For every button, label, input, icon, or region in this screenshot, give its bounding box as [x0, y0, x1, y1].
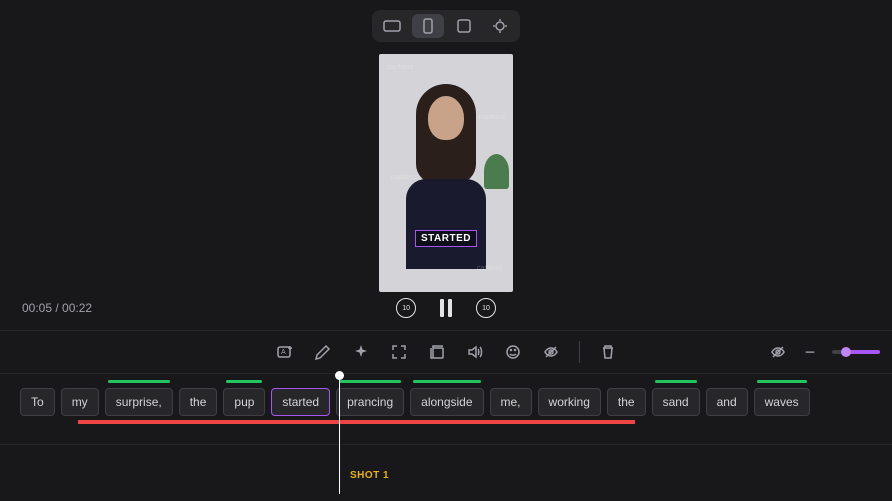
- toolbar: A −: [0, 330, 892, 374]
- word-chip[interactable]: working: [538, 388, 601, 416]
- time-display: 00:05 / 00:22: [22, 301, 92, 315]
- word-chip[interactable]: my: [61, 388, 99, 416]
- preview-area: STARTED captions captions captions capti…: [0, 0, 892, 330]
- word-chip[interactable]: started: [271, 388, 330, 416]
- zoom-slider[interactable]: [832, 350, 880, 354]
- timeline-divider: [0, 444, 892, 445]
- word-chip[interactable]: waves: [754, 388, 810, 416]
- word-marker: [226, 380, 262, 383]
- word-chip[interactable]: the: [607, 388, 646, 416]
- background-plant: [484, 154, 509, 189]
- skip-back-button[interactable]: 10: [396, 298, 416, 318]
- word-chip[interactable]: pup: [223, 388, 265, 416]
- word-chip[interactable]: the: [179, 388, 218, 416]
- word-chip[interactable]: prancing: [336, 388, 404, 416]
- volume-button[interactable]: [465, 342, 485, 362]
- watermark: captions: [387, 64, 413, 71]
- caption-overlay: STARTED: [415, 230, 477, 247]
- playback-row: 00:05 / 00:22 10 10: [0, 298, 892, 318]
- layers-button[interactable]: [427, 342, 447, 362]
- word-chip[interactable]: To: [20, 388, 55, 416]
- expand-button[interactable]: [389, 342, 409, 362]
- watermark: captions: [391, 174, 417, 181]
- shot-label[interactable]: SHOT 1: [350, 470, 389, 481]
- emoji-button[interactable]: [503, 342, 523, 362]
- aspect-ratio-group: [372, 10, 520, 42]
- person-figure: [416, 84, 476, 184]
- word-marker: [757, 380, 807, 383]
- playhead[interactable]: [339, 374, 340, 494]
- word-chip[interactable]: me,: [490, 388, 532, 416]
- toolbar-center: A: [275, 341, 618, 363]
- aspect-portrait-button[interactable]: [412, 14, 444, 38]
- sparkle-button[interactable]: [351, 342, 371, 362]
- word-marker: [655, 380, 697, 383]
- word-chip[interactable]: sand: [652, 388, 700, 416]
- play-controls: 10 10: [396, 298, 496, 318]
- selection-underline: [78, 420, 635, 424]
- word-track: Tomysurprise,thepupstartedprancingalongs…: [0, 388, 892, 416]
- word-chip[interactable]: alongside: [410, 388, 483, 416]
- watermark: captions: [479, 114, 505, 121]
- word-marker: [413, 380, 480, 383]
- toolbar-separator: [579, 341, 580, 363]
- word-marker: [108, 380, 170, 383]
- edit-button[interactable]: [313, 342, 333, 362]
- word-chip[interactable]: and: [706, 388, 748, 416]
- aspect-landscape-button[interactable]: [376, 14, 408, 38]
- toolbar-right: −: [768, 342, 880, 362]
- skip-forward-button[interactable]: 10: [476, 298, 496, 318]
- aspect-original-button[interactable]: [484, 14, 516, 38]
- word-marker: [339, 380, 401, 383]
- pause-button[interactable]: [440, 299, 452, 317]
- word-chip[interactable]: surprise,: [105, 388, 173, 416]
- hide-icon[interactable]: [768, 342, 788, 362]
- zoom-out-button[interactable]: −: [800, 342, 820, 362]
- add-caption-button[interactable]: A: [275, 342, 295, 362]
- timeline-area[interactable]: Tomysurprise,thepupstartedprancingalongs…: [0, 374, 892, 501]
- svg-text:A: A: [281, 349, 286, 356]
- visibility-button[interactable]: [541, 342, 561, 362]
- video-preview[interactable]: STARTED captions captions captions capti…: [379, 54, 513, 292]
- delete-button[interactable]: [598, 342, 618, 362]
- aspect-square-button[interactable]: [448, 14, 480, 38]
